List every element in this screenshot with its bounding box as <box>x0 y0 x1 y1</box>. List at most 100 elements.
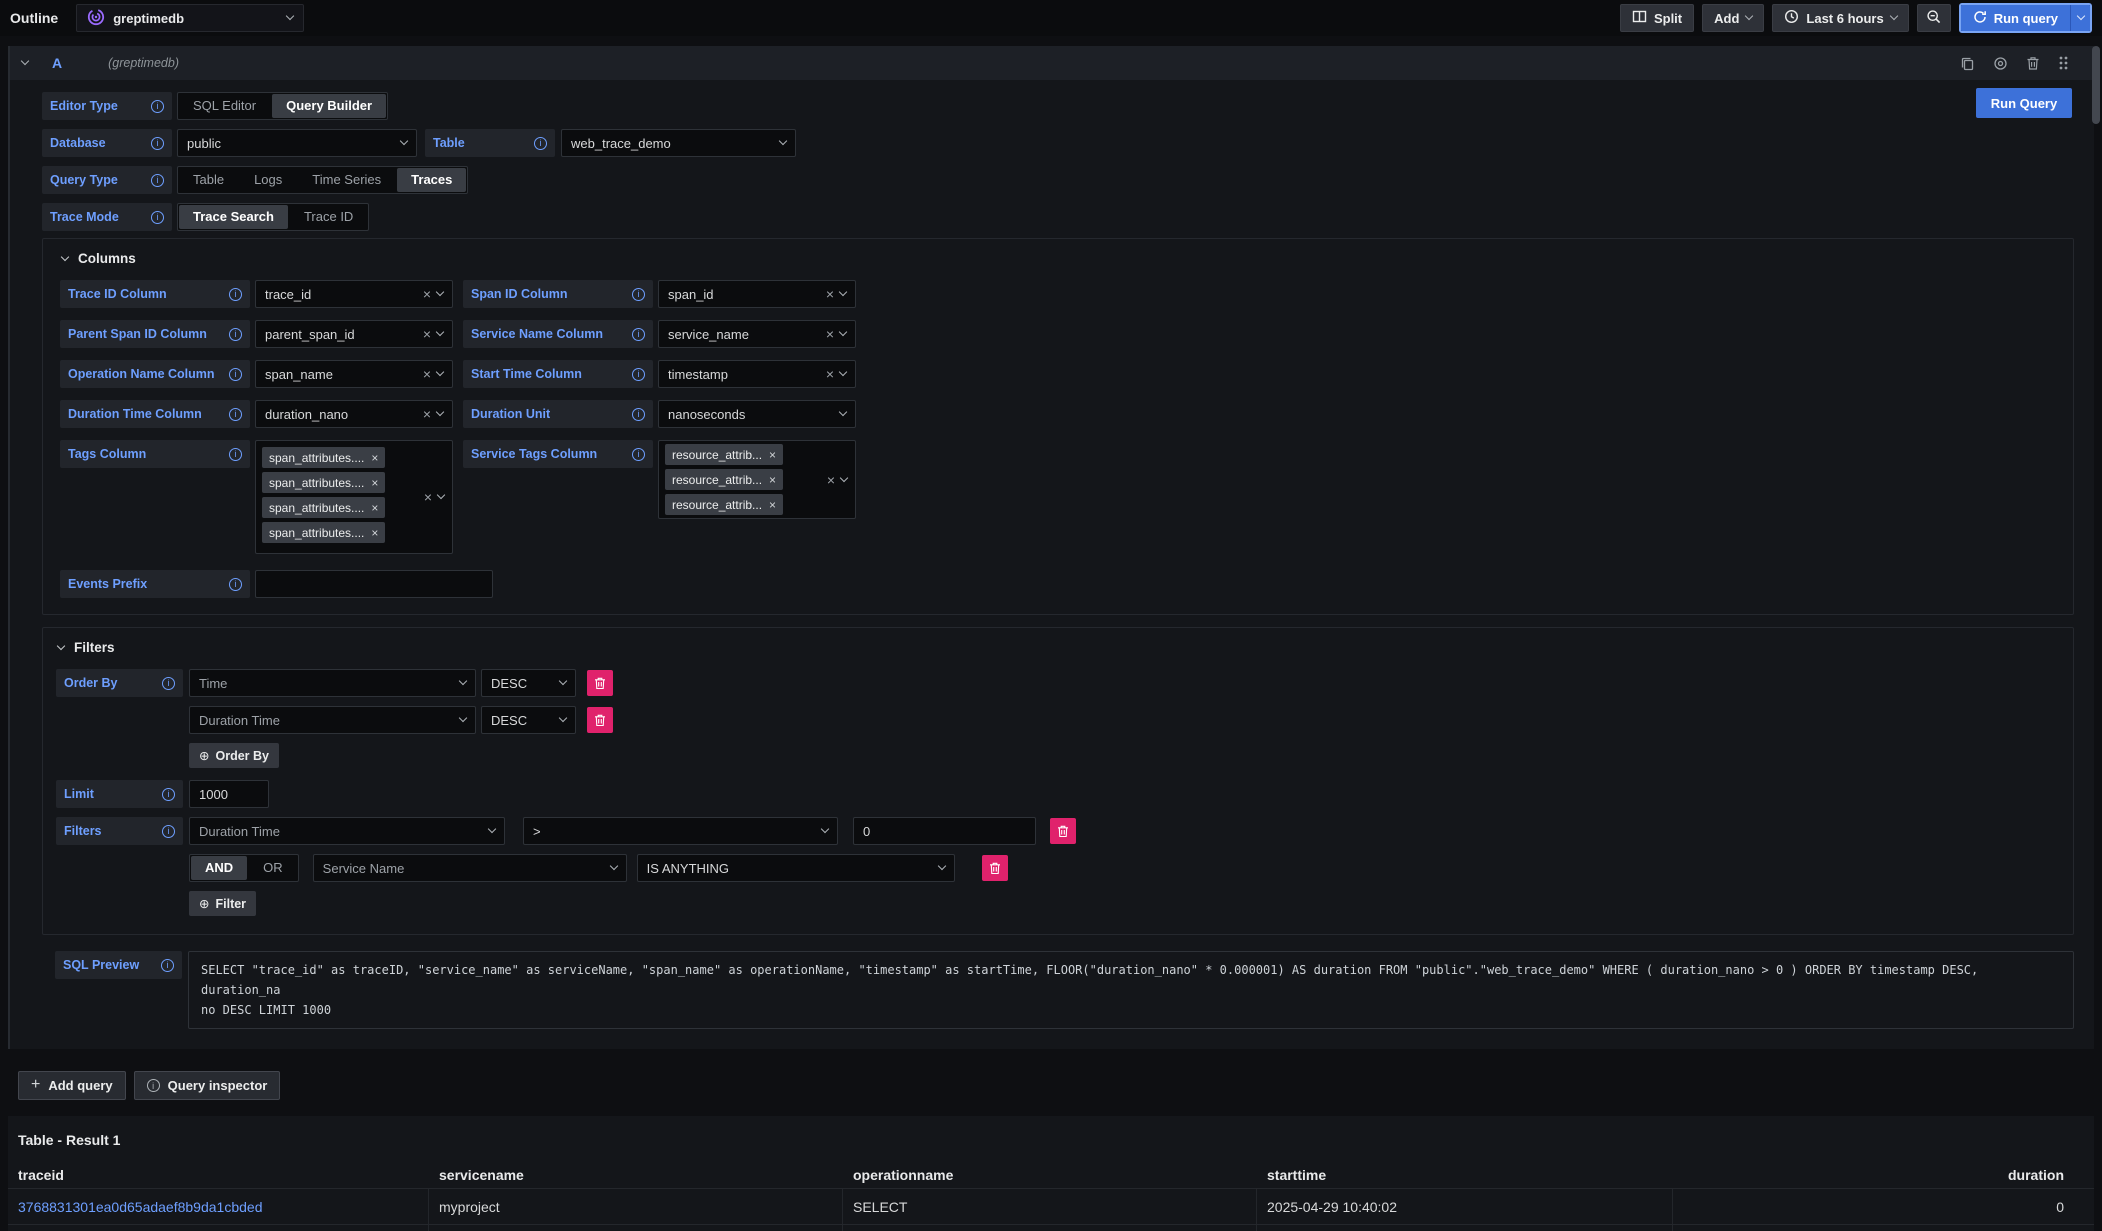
add-order-by-button[interactable]: ⊕Order By <box>189 743 279 768</box>
column-header-servicename[interactable]: servicename <box>429 1167 843 1183</box>
limit-input[interactable]: 1000 <box>189 780 269 808</box>
chevron-down-icon <box>400 137 408 145</box>
filter-value-input[interactable]: 0 <box>853 817 1036 845</box>
filter-operator-select[interactable]: > <box>523 817 838 845</box>
remove-chip-icon[interactable]: × <box>769 474 776 486</box>
remove-chip-icon[interactable]: × <box>769 499 776 511</box>
order-by-field-select[interactable]: Time <box>189 669 476 697</box>
duplicate-query-icon[interactable] <box>1960 56 1975 71</box>
outline-toggle[interactable]: Outline <box>10 10 58 26</box>
filters-section-header[interactable]: Filters <box>58 640 2057 655</box>
drag-handle-icon[interactable] <box>2058 55 2068 71</box>
info-icon <box>162 677 175 690</box>
table-select[interactable]: web_trace_demo <box>561 129 796 157</box>
query-type-traces[interactable]: Traces <box>397 168 466 192</box>
chevron-down-icon <box>840 473 848 481</box>
clear-icon[interactable]: × <box>826 327 834 341</box>
run-query-panel-button[interactable]: Run Query <box>1976 88 2072 118</box>
query-type-table[interactable]: Table <box>179 168 238 192</box>
add-query-button[interactable]: + Add query <box>18 1071 126 1100</box>
column-header-starttime[interactable]: starttime <box>1257 1167 1673 1183</box>
add-filter-button[interactable]: ⊕Filter <box>189 891 256 916</box>
hide-response-icon[interactable] <box>1993 56 2008 71</box>
editor-type-query-builder[interactable]: Query Builder <box>272 94 386 118</box>
trace-id-column-select[interactable]: trace_id× <box>255 280 453 308</box>
query-type-time-series[interactable]: Time Series <box>298 168 395 192</box>
remove-order-by-button[interactable] <box>587 707 613 733</box>
column-header-duration[interactable]: duration <box>1673 1167 2094 1183</box>
clear-icon[interactable]: × <box>827 473 835 487</box>
chevron-down-icon <box>839 368 847 376</box>
time-range-label: Last 6 hours <box>1806 11 1883 26</box>
split-icon <box>1632 9 1647 27</box>
tags-column-multiselect[interactable]: span_attributes....× span_attributes....… <box>255 440 453 554</box>
operation-name-column-select[interactable]: span_name× <box>255 360 453 388</box>
scrollbar[interactable] <box>2092 46 2100 124</box>
remove-chip-icon[interactable]: × <box>371 477 378 489</box>
filter-logic-or[interactable]: OR <box>249 856 297 880</box>
order-by-direction-select[interactable]: DESC <box>481 706 576 734</box>
clear-icon[interactable]: × <box>424 490 432 504</box>
results-table-header: traceid servicename operationname startt… <box>8 1162 2094 1189</box>
clear-icon[interactable]: × <box>423 327 431 341</box>
collapse-chevron-icon[interactable] <box>21 57 29 65</box>
service-name-column-select[interactable]: service_name× <box>658 320 856 348</box>
tag-chip: span_attributes....× <box>262 522 385 543</box>
query-datasource-hint: (greptimedb) <box>108 56 179 70</box>
clear-icon[interactable]: × <box>423 287 431 301</box>
query-inspector-button[interactable]: Query inspector <box>134 1071 281 1100</box>
add-dropdown-button[interactable]: Add <box>1702 4 1764 32</box>
remove-order-by-button[interactable] <box>587 670 613 696</box>
remove-filter-button[interactable] <box>982 855 1008 881</box>
query-type-logs[interactable]: Logs <box>240 168 296 192</box>
sql-preview-label: SQL Preview <box>55 951 182 979</box>
remove-chip-icon[interactable]: × <box>769 449 776 461</box>
trace-mode-trace-id[interactable]: Trace ID <box>290 205 367 229</box>
query-footer-actions: + Add query Query inspector <box>18 1071 2102 1100</box>
run-query-button[interactable]: Run query <box>1961 5 2070 31</box>
clear-icon[interactable]: × <box>423 407 431 421</box>
filter-field-select[interactable]: Duration Time <box>189 817 505 845</box>
remove-chip-icon[interactable]: × <box>371 502 378 514</box>
order-by-direction-select[interactable]: DESC <box>481 669 576 697</box>
events-prefix-input[interactable] <box>255 570 493 598</box>
run-query-options-button[interactable] <box>2070 5 2090 31</box>
collapse-chevron-icon <box>61 252 69 260</box>
filter-operator-select[interactable]: IS ANYTHING <box>637 854 955 882</box>
parent-span-id-column-select[interactable]: parent_span_id× <box>255 320 453 348</box>
columns-section: Columns Trace ID Column trace_id× Span I… <box>42 238 2074 615</box>
remove-query-icon[interactable] <box>2026 56 2040 71</box>
zoom-out-time-button[interactable] <box>1917 4 1951 32</box>
start-time-column-select[interactable]: timestamp× <box>658 360 856 388</box>
sync-icon <box>1973 10 1987 27</box>
run-query-label: Run query <box>1994 11 2058 26</box>
info-icon <box>632 368 645 381</box>
duration-time-column-select[interactable]: duration_nano× <box>255 400 453 428</box>
editor-type-sql-editor[interactable]: SQL Editor <box>179 94 270 118</box>
span-id-column-select[interactable]: span_id× <box>658 280 856 308</box>
column-header-traceid[interactable]: traceid <box>8 1167 429 1183</box>
info-icon <box>162 825 175 838</box>
service-tags-column-multiselect[interactable]: resource_attrib...× resource_attrib...× … <box>658 440 856 519</box>
columns-section-header[interactable]: Columns <box>62 251 2057 266</box>
query-row-header[interactable]: A (greptimedb) <box>10 46 2094 80</box>
order-by-field-select[interactable]: Duration Time <box>189 706 476 734</box>
filter-logic-and[interactable]: AND <box>191 856 247 880</box>
datasource-picker[interactable]: greptimedb <box>76 4 304 32</box>
time-range-picker[interactable]: Last 6 hours <box>1772 4 1908 32</box>
database-select[interactable]: public <box>177 129 417 157</box>
remove-chip-icon[interactable]: × <box>371 527 378 539</box>
remove-chip-icon[interactable]: × <box>371 452 378 464</box>
duration-unit-select[interactable]: nanoseconds <box>658 400 856 428</box>
split-button[interactable]: Split <box>1620 4 1694 32</box>
filter-field-select[interactable]: Service Name <box>313 854 627 882</box>
trace-id-link[interactable]: 3768831301ea0d65adaef8b9da1cbded <box>18 1199 262 1215</box>
clear-icon[interactable]: × <box>826 287 834 301</box>
column-header-operationname[interactable]: operationname <box>843 1167 1257 1183</box>
clear-icon[interactable]: × <box>423 367 431 381</box>
clear-icon[interactable]: × <box>826 367 834 381</box>
trace-mode-trace-search[interactable]: Trace Search <box>179 205 288 229</box>
trace-id-column-label: Trace ID Column <box>60 280 250 308</box>
chevron-down-icon <box>559 677 567 685</box>
remove-filter-button[interactable] <box>1050 818 1076 844</box>
